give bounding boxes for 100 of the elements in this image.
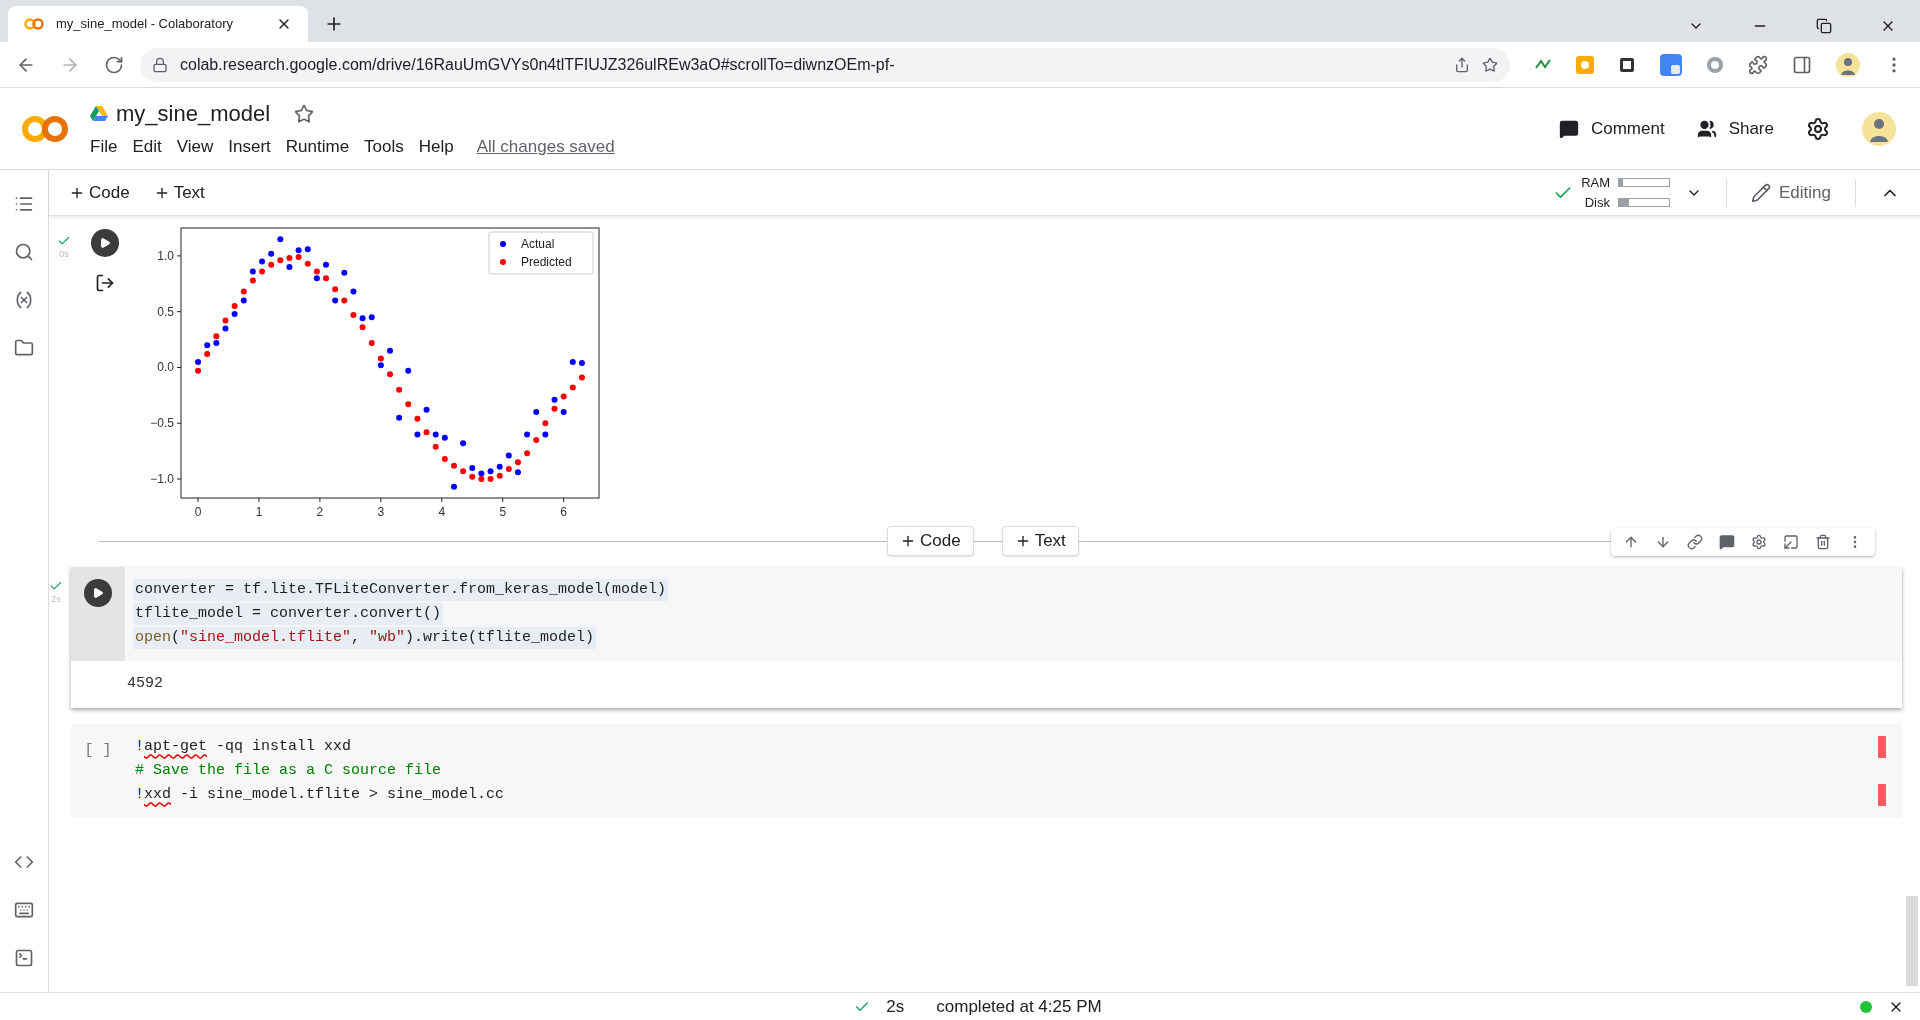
browser-tab[interactable]: my_sine_model - Colaboratory [8,6,308,42]
data-point [441,434,448,441]
menu-item[interactable]: Edit [132,134,162,160]
x-tick-label: 0 [194,505,202,519]
restore-icon[interactable] [1816,18,1832,34]
data-point [496,463,503,470]
scrollbar-thumb[interactable] [1906,896,1918,986]
data-point [195,367,202,374]
menu-item[interactable]: Insert [228,134,271,160]
people-icon [1696,118,1717,139]
data-point [368,339,375,346]
url-text: colab.research.google.com/drive/16RauUmGVYs0n4tlTFIUJZ326ulREw3aO#scrollTo=diwnzOEm-pf- [180,54,896,75]
profile-icon[interactable] [1836,52,1860,77]
check-icon [57,234,71,248]
link-icon[interactable] [1687,534,1703,550]
data-point [286,255,293,262]
share-icon[interactable] [1454,56,1470,73]
data-point [359,315,366,322]
data-point [423,406,430,413]
move-down-icon[interactable] [1655,534,1671,550]
menu-item[interactable]: Tools [364,134,404,160]
menu-item[interactable]: Help [418,134,454,160]
output-actions-icon[interactable] [95,273,115,293]
mirror-cell-icon[interactable] [1783,534,1799,550]
settings-icon[interactable] [1806,116,1830,141]
data-point [405,401,412,408]
data-point [505,452,512,459]
data-point [469,473,476,480]
add-code-button[interactable]: Code [69,179,130,206]
data-point [350,312,357,318]
variables-icon[interactable] [14,290,34,310]
data-point [332,286,339,293]
comment-button[interactable]: Comment [1558,115,1665,142]
play-icon [92,587,104,599]
code-cell[interactable]: [ ] !apt-get -qq install xxd # Save the file as a C source file !xxd -i sine_model.tflite > sine_model.cc [71,723,1902,818]
plus-icon [900,533,916,549]
save-status-link[interactable]: All changes saved [476,134,615,160]
data-point [405,367,412,374]
comment-icon [1558,118,1579,139]
settings-icon[interactable] [1751,534,1767,550]
data-point [514,459,521,466]
insert-code-button[interactable]: Code [887,526,974,556]
data-point [533,409,540,416]
run-button[interactable] [91,229,119,257]
colab-logo-icon[interactable] [20,114,70,143]
menu-item[interactable]: File [90,134,118,160]
legend-marker [500,259,506,265]
bookmark-star-icon[interactable] [1482,56,1498,73]
data-point [323,275,329,282]
menu-item[interactable]: View [176,134,214,160]
star-icon[interactable] [294,103,315,124]
reload-icon[interactable] [104,54,124,75]
editing-mode-button[interactable]: Editing [1751,179,1831,206]
data-point [259,268,266,275]
data-point [451,483,457,490]
legend-label: Predicted [521,255,572,269]
notebook-title[interactable]: my_sine_model [116,97,271,131]
y-tick-label: −1.0 [150,472,174,487]
terminal-icon[interactable] [14,948,34,968]
side-panel-icon[interactable] [1792,54,1812,75]
menu-item[interactable]: Runtime [285,134,350,160]
check-icon [49,579,63,593]
data-point [268,261,275,268]
drive-icon[interactable] [90,105,108,122]
resources-indicator[interactable]: RAM Disk [1581,173,1670,212]
table-of-contents-icon[interactable] [14,194,34,214]
data-point [569,384,576,391]
run-button[interactable] [84,579,112,607]
data-point [304,246,311,253]
move-up-icon[interactable] [1623,534,1639,550]
x-tick-label: 1 [255,505,263,519]
data-point [432,431,439,438]
data-point [396,414,403,421]
x-tick-label: 3 [377,505,385,519]
avatar-icon[interactable] [1862,111,1896,146]
extension-icon[interactable] [1618,55,1636,74]
status-time: 2s [886,995,905,1018]
status-message: completed at 4:25 PM [936,995,1102,1018]
play-icon [99,237,111,249]
comment-icon[interactable] [1719,534,1735,550]
extensions-icon[interactable] [1748,54,1768,75]
insert-text-button[interactable]: Text [1001,526,1079,556]
search-icon[interactable] [14,242,34,262]
legend-label: Actual [521,237,555,251]
add-text-button[interactable]: Text [153,179,205,206]
command-palette-icon[interactable] [14,900,34,920]
delete-icon[interactable] [1815,534,1831,550]
data-point [387,371,393,378]
address-bar[interactable]: colab.research.google.com/drive/16RauUmGVYs0n4tlTFIUJZ326ulREw3aO#scrollTo=diwnzOEm-pf- [140,47,1510,82]
data-point [578,360,585,366]
data-point [560,393,567,400]
lock-icon[interactable] [152,56,168,73]
data-point [569,358,576,365]
data-point [533,437,540,443]
share-button[interactable]: Share [1696,115,1774,142]
data-point [268,250,275,257]
data-point [542,420,549,427]
files-icon[interactable] [14,338,34,358]
translate-icon[interactable] [1660,53,1682,76]
data-point [204,342,211,349]
